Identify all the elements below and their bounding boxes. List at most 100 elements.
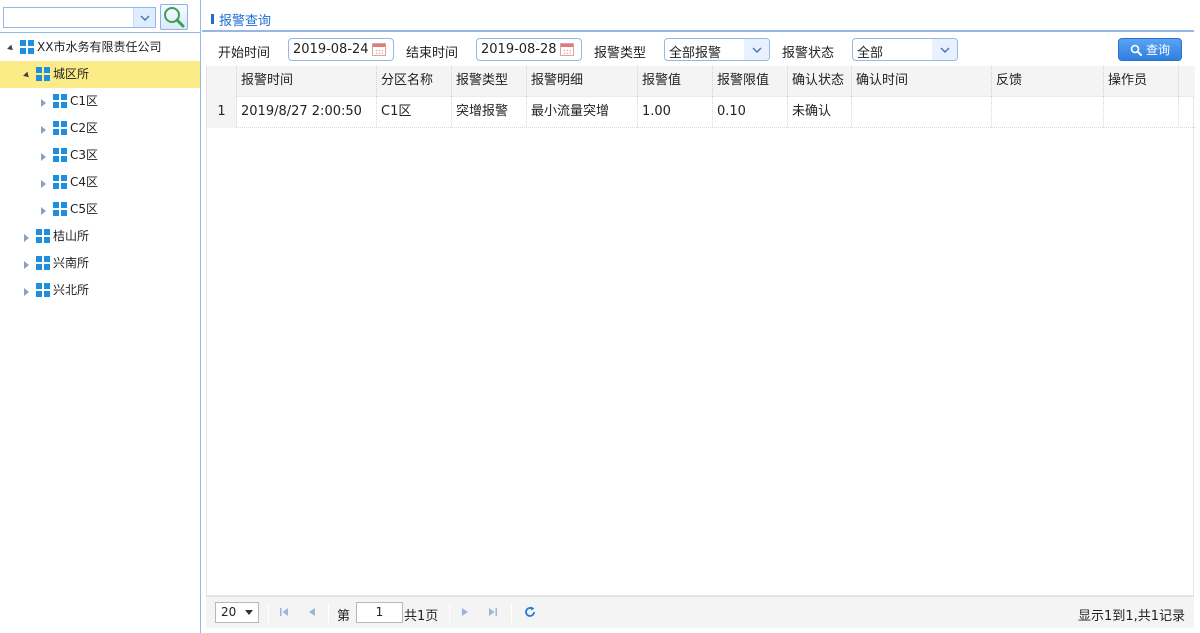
collapse-arrow-icon[interactable] [7, 44, 15, 53]
alarm-query-panel: 报警查询 开始时间 2019-08-24 结束时间 2019-08-28 报警类… [202, 0, 1200, 633]
column-header[interactable]: 操作员 [1104, 66, 1179, 97]
title-marker [211, 14, 214, 24]
end-time-value: 2019-08-28 [481, 42, 557, 57]
expand-arrow-icon[interactable] [41, 207, 46, 215]
filter-toolbar: 开始时间 2019-08-24 结束时间 2019-08-28 报警类型 全部报… [202, 34, 1194, 66]
expand-arrow-icon[interactable] [41, 126, 46, 134]
column-header[interactable]: 报警类型 [452, 66, 527, 97]
tree-node-label: C3区 [70, 148, 99, 162]
column-header[interactable]: 确认状态 [788, 66, 852, 97]
tree-node-label: 兴北所 [53, 283, 90, 297]
table-cell: 0.10 [713, 97, 788, 128]
column-header[interactable]: 报警时间 [237, 66, 377, 97]
grid-icon [36, 256, 50, 270]
tree-node-label: 兴南所 [53, 256, 90, 270]
expand-arrow-icon[interactable] [41, 99, 46, 107]
grid-icon [53, 148, 67, 162]
tree-node[interactable]: C1区 [0, 88, 200, 115]
refresh-icon[interactable] [524, 606, 536, 618]
tree-node-label: 城区所 [53, 67, 90, 81]
alarm-status-label: 报警状态 [782, 46, 835, 61]
tree-node[interactable]: 兴北所 [0, 277, 200, 304]
expand-arrow-icon[interactable] [24, 234, 29, 242]
tree-search-button[interactable] [160, 4, 188, 30]
pager-info-text: 显示1到1,共1记录 [1078, 609, 1185, 624]
query-button[interactable]: 查询 [1118, 38, 1182, 61]
tree-node-label: C4区 [70, 175, 99, 189]
expand-arrow-icon[interactable] [41, 153, 46, 161]
pager-separator [328, 603, 329, 623]
calendar-icon[interactable] [372, 43, 386, 56]
table-cell [1104, 97, 1179, 128]
table-cell: 2019/8/27 2:00:50 [237, 97, 377, 128]
column-header[interactable]: 报警值 [638, 66, 713, 97]
column-header[interactable]: 报警限值 [713, 66, 788, 97]
tree-node[interactable]: 兴南所 [0, 250, 200, 277]
page-size-value: 20 [221, 605, 237, 619]
last-page-icon[interactable] [487, 606, 499, 618]
tree-node[interactable]: 城区所 [0, 61, 200, 88]
calendar-icon[interactable] [560, 43, 574, 56]
table-cell: 未确认 [788, 97, 852, 128]
chevron-down-icon[interactable] [133, 8, 155, 27]
end-time-datebox[interactable]: 2019-08-28 [476, 38, 582, 61]
start-time-datebox[interactable]: 2019-08-24 [288, 38, 394, 61]
column-header[interactable]: 分区名称 [377, 66, 452, 97]
first-page-icon[interactable] [278, 606, 290, 618]
tree-search-bar [0, 0, 201, 33]
expand-arrow-icon[interactable] [24, 261, 29, 269]
grid-icon [53, 202, 67, 216]
tree-node[interactable]: XX市水务有限责任公司 [0, 34, 200, 61]
next-page-icon[interactable] [459, 606, 471, 618]
alarm-type-select[interactable]: 全部报警 [664, 38, 770, 61]
caret-down-icon [245, 610, 253, 615]
alarm-status-select[interactable]: 全部 [852, 38, 958, 61]
table-cell [992, 97, 1104, 128]
tree-node-label: C5区 [70, 202, 99, 216]
collapse-arrow-icon[interactable] [23, 71, 31, 80]
query-button-label: 查询 [1145, 43, 1170, 57]
grid-icon [36, 283, 50, 297]
tree-node-label: XX市水务有限责任公司 [37, 40, 162, 54]
page-number-input[interactable]: 1 [356, 602, 403, 623]
tree-node[interactable]: C3区 [0, 142, 200, 169]
pagination-bar: 20 第 1 共1页 显示1到1,共1记录 [206, 596, 1194, 628]
expand-arrow-icon[interactable] [41, 180, 46, 188]
tree-search-combobox[interactable] [3, 7, 156, 28]
tree-node[interactable]: C4区 [0, 169, 200, 196]
grid-icon [53, 121, 67, 135]
column-header[interactable]: 反馈 [992, 66, 1104, 97]
column-header[interactable]: 确认时间 [852, 66, 992, 97]
grid-icon [36, 67, 50, 81]
table-cell: 突增报警 [452, 97, 527, 128]
tree-node-label: C2区 [70, 121, 99, 135]
table-cell [852, 97, 992, 128]
chevron-down-icon[interactable] [744, 39, 769, 60]
table-cell: C1区 [377, 97, 452, 128]
page-total-label: 共1页 [404, 609, 439, 624]
table-cell: 最小流量突增 [527, 97, 638, 128]
pager-separator [449, 603, 450, 623]
alarm-type-value: 全部报警 [669, 46, 722, 61]
table-row[interactable]: 1 2019/8/27 2:00:50 C1区 突增报警 最小流量突增 1.00 0.10 未… [207, 97, 1195, 128]
tree-node[interactable]: 桔山所 [0, 223, 200, 250]
tree-node[interactable]: C5区 [0, 196, 200, 223]
chevron-down-icon[interactable] [932, 39, 957, 60]
page-prefix-label: 第 [337, 609, 351, 624]
column-header[interactable]: 报警明细 [527, 66, 638, 97]
page-size-select[interactable]: 20 [215, 602, 259, 623]
tree-node[interactable]: C2区 [0, 115, 200, 142]
panel-title: 报警查询 [219, 14, 272, 29]
alarm-data-grid: 报警时间 分区名称 报警类型 报警明细 报警值 报警限值 确认状态 确认时间 反馈 操作员 1 20… [206, 66, 1195, 596]
tree-node-label: C1区 [70, 94, 99, 108]
pager-separator [511, 603, 512, 623]
tree-node-label: 桔山所 [53, 229, 90, 243]
alarm-status-value: 全部 [857, 46, 884, 61]
header-rownum-cell [207, 66, 237, 97]
grid-icon [20, 40, 34, 54]
expand-arrow-icon[interactable] [24, 288, 29, 296]
prev-page-icon[interactable] [306, 606, 318, 618]
search-icon [164, 7, 185, 28]
row-number-cell: 1 [207, 97, 237, 128]
search-icon [1130, 44, 1142, 56]
